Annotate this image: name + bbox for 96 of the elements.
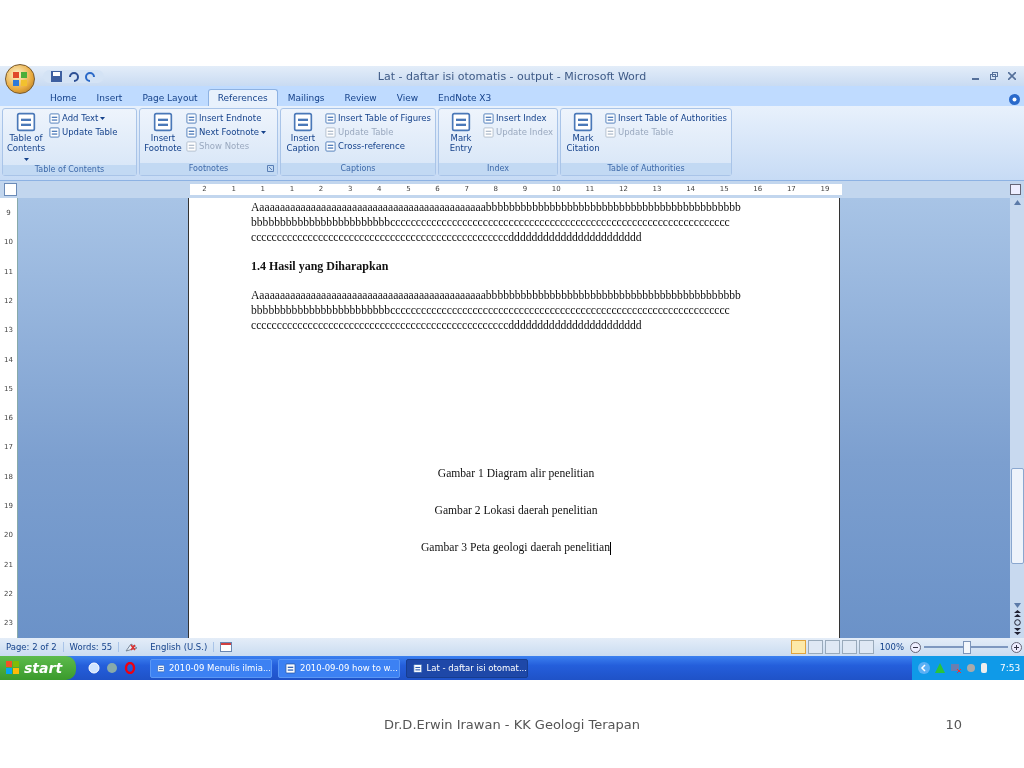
ribbon-tab[interactable]: Mailings [277,88,335,106]
ribbon-button[interactable]: Insert Table of Authorities [605,112,727,124]
opera-icon[interactable] [124,662,136,674]
ribbon-button[interactable]: Insert Index [483,112,553,124]
taskbar-button[interactable]: 2010-09 Menulis ilmia... [150,658,272,678]
document-icon [483,112,495,124]
document-icon [292,110,313,133]
document-icon [153,110,173,133]
view-ruler-icon[interactable] [1010,183,1021,195]
zoom-out-icon[interactable] [910,641,921,653]
group-label: Footnotes [140,162,277,175]
ribbon-tab[interactable]: EndNote X3 [428,88,502,106]
help-icon[interactable] [1009,94,1020,105]
document-icon [186,112,197,124]
group-label: Table of Contents [3,164,136,175]
document-icon [324,126,336,138]
redo-icon[interactable] [85,70,96,82]
figure-caption: Gambar 1 Diagram alir penelitian [436,467,596,481]
usb-icon[interactable] [980,662,988,674]
section-heading: 1.4 Hasil yang Diharapkan [251,259,390,275]
document-icon [324,112,336,124]
text-line: bbbbbbbbbbbbbbbbbbbbbbbbcccccccccccccccccccccccccccccccccccccccccccccccccccccccccccccccccc [251,215,730,231]
ribbon-button[interactable]: Insert Endnote [186,112,266,124]
view-button[interactable] [824,640,840,655]
macro-icon[interactable] [220,642,233,653]
slide-footer: Dr.D.Erwin Irawan - KK Geologi Terapan [384,716,640,732]
document-icon [605,112,616,124]
restore-icon[interactable] [990,72,998,80]
scroll-thumb[interactable] [1011,468,1024,565]
ribbon-tab[interactable]: Page Layout [132,88,208,106]
next-page-icon[interactable] [1013,628,1021,636]
document-icon [451,110,472,133]
page-count[interactable]: Page: 2 of 2 [0,642,64,653]
ribbon-large-button[interactable]: Table of Contents [7,110,45,163]
ribbon-tab[interactable]: Review [334,88,387,106]
undo-icon[interactable] [68,70,79,82]
windows-logo-icon [6,661,20,675]
window-title: Lat - daftar isi otomatis - output - Microsoft Word [377,69,647,83]
office-button[interactable] [5,64,35,94]
document-icon [324,140,336,152]
previous-page-icon[interactable] [1013,610,1021,618]
language-status[interactable]: English (U.S.) [144,642,215,653]
dialog-launcher-icon[interactable] [267,165,274,173]
ribbon-button[interactable]: Add Text [49,112,118,124]
close-icon[interactable] [1008,72,1016,80]
ribbon-tab[interactable]: Home [40,88,87,106]
group-label: Table of Authorities [561,162,731,175]
window-icon [157,662,165,674]
save-icon[interactable] [51,70,62,82]
document-icon [16,110,36,133]
view-button[interactable] [790,640,806,655]
ribbon-large-button[interactable]: Insert Caption [285,110,321,161]
document-icon [605,126,616,138]
ribbon-button[interactable]: Insert Table of Figures [324,112,431,124]
tab-selector[interactable] [4,182,17,196]
taskbar-button[interactable]: 2010-09-09 how to w... [278,658,400,678]
text-line: Aaaaaaaaaaaaaaaaaaaaaaaaaaaaaaaaaaaaaaaaaaaaabbbbbbbbbbbbbbbbbbbbbbbbbbbbbbbbbbbbbbbbbbbb [251,200,741,216]
document-icon [49,112,60,124]
zoom-in-icon[interactable] [1011,641,1022,653]
office-logo-icon [12,71,28,87]
zoom-level[interactable]: 100% [879,642,904,653]
document-icon [49,126,60,138]
slider-thumb[interactable] [963,640,971,654]
figure-caption: Gambar 2 Lokasi daerah penelitian [433,504,599,518]
view-button[interactable] [858,640,874,655]
ribbon-tab[interactable]: View [386,88,429,106]
ribbon-button[interactable]: Cross-reference [324,140,431,152]
document-icon [483,126,495,138]
text-line: ccccccccccccccccccccccccccccccccccccccccccccccccccddddddddddddddddddddddd [251,318,642,334]
view-button[interactable] [807,640,823,655]
figure-caption: Gambar 3 Peta geologi daerah penelitian [420,541,612,556]
ribbon-button[interactable]: Update Table [49,126,118,138]
text-line: bbbbbbbbbbbbbbbbbbbbbbbbcccccccccccccccccccccccccccccccccccccccccccccccccccccccccccccccccc [251,303,730,319]
ribbon-large-button[interactable]: Mark Entry [443,110,480,161]
document-icon [186,126,197,138]
ribbon-tab[interactable]: References [207,88,278,106]
window-icon [413,662,423,674]
group-label: Index [439,162,557,175]
word-count[interactable]: Words: 55 [63,642,120,653]
up-arrow-icon[interactable] [1013,200,1021,206]
browse-object-icon[interactable] [1013,619,1021,627]
text-line: Aaaaaaaaaaaaaaaaaaaaaaaaaaaaaaaaaaaaaaaaaaaaabbbbbbbbbbbbbbbbbbbbbbbbbbbbbbbbbbbbbbbbbbbb [251,288,741,304]
ribbon-large-button[interactable]: Mark Citation [565,110,601,161]
ribbon-large-button[interactable]: Insert Footnote [144,110,182,161]
slide-number: 10 [945,716,962,732]
taskbar-button[interactable]: Lat - daftar isi otomat... [406,658,528,678]
proofing-icon[interactable] [125,641,139,653]
document-icon [573,110,593,133]
view-button[interactable] [841,640,857,655]
document-icon [186,140,197,152]
chevron-icon[interactable] [918,662,930,674]
ribbon-button[interactable]: Next Footnote [186,126,266,138]
text-line: ccccccccccccccccccccccccccccccccccccccccccccccccccddddddddddddddddddddddd [251,230,642,246]
window-icon [285,662,296,674]
group-label: Captions [281,162,435,175]
ribbon-tab[interactable]: Insert [86,88,133,106]
